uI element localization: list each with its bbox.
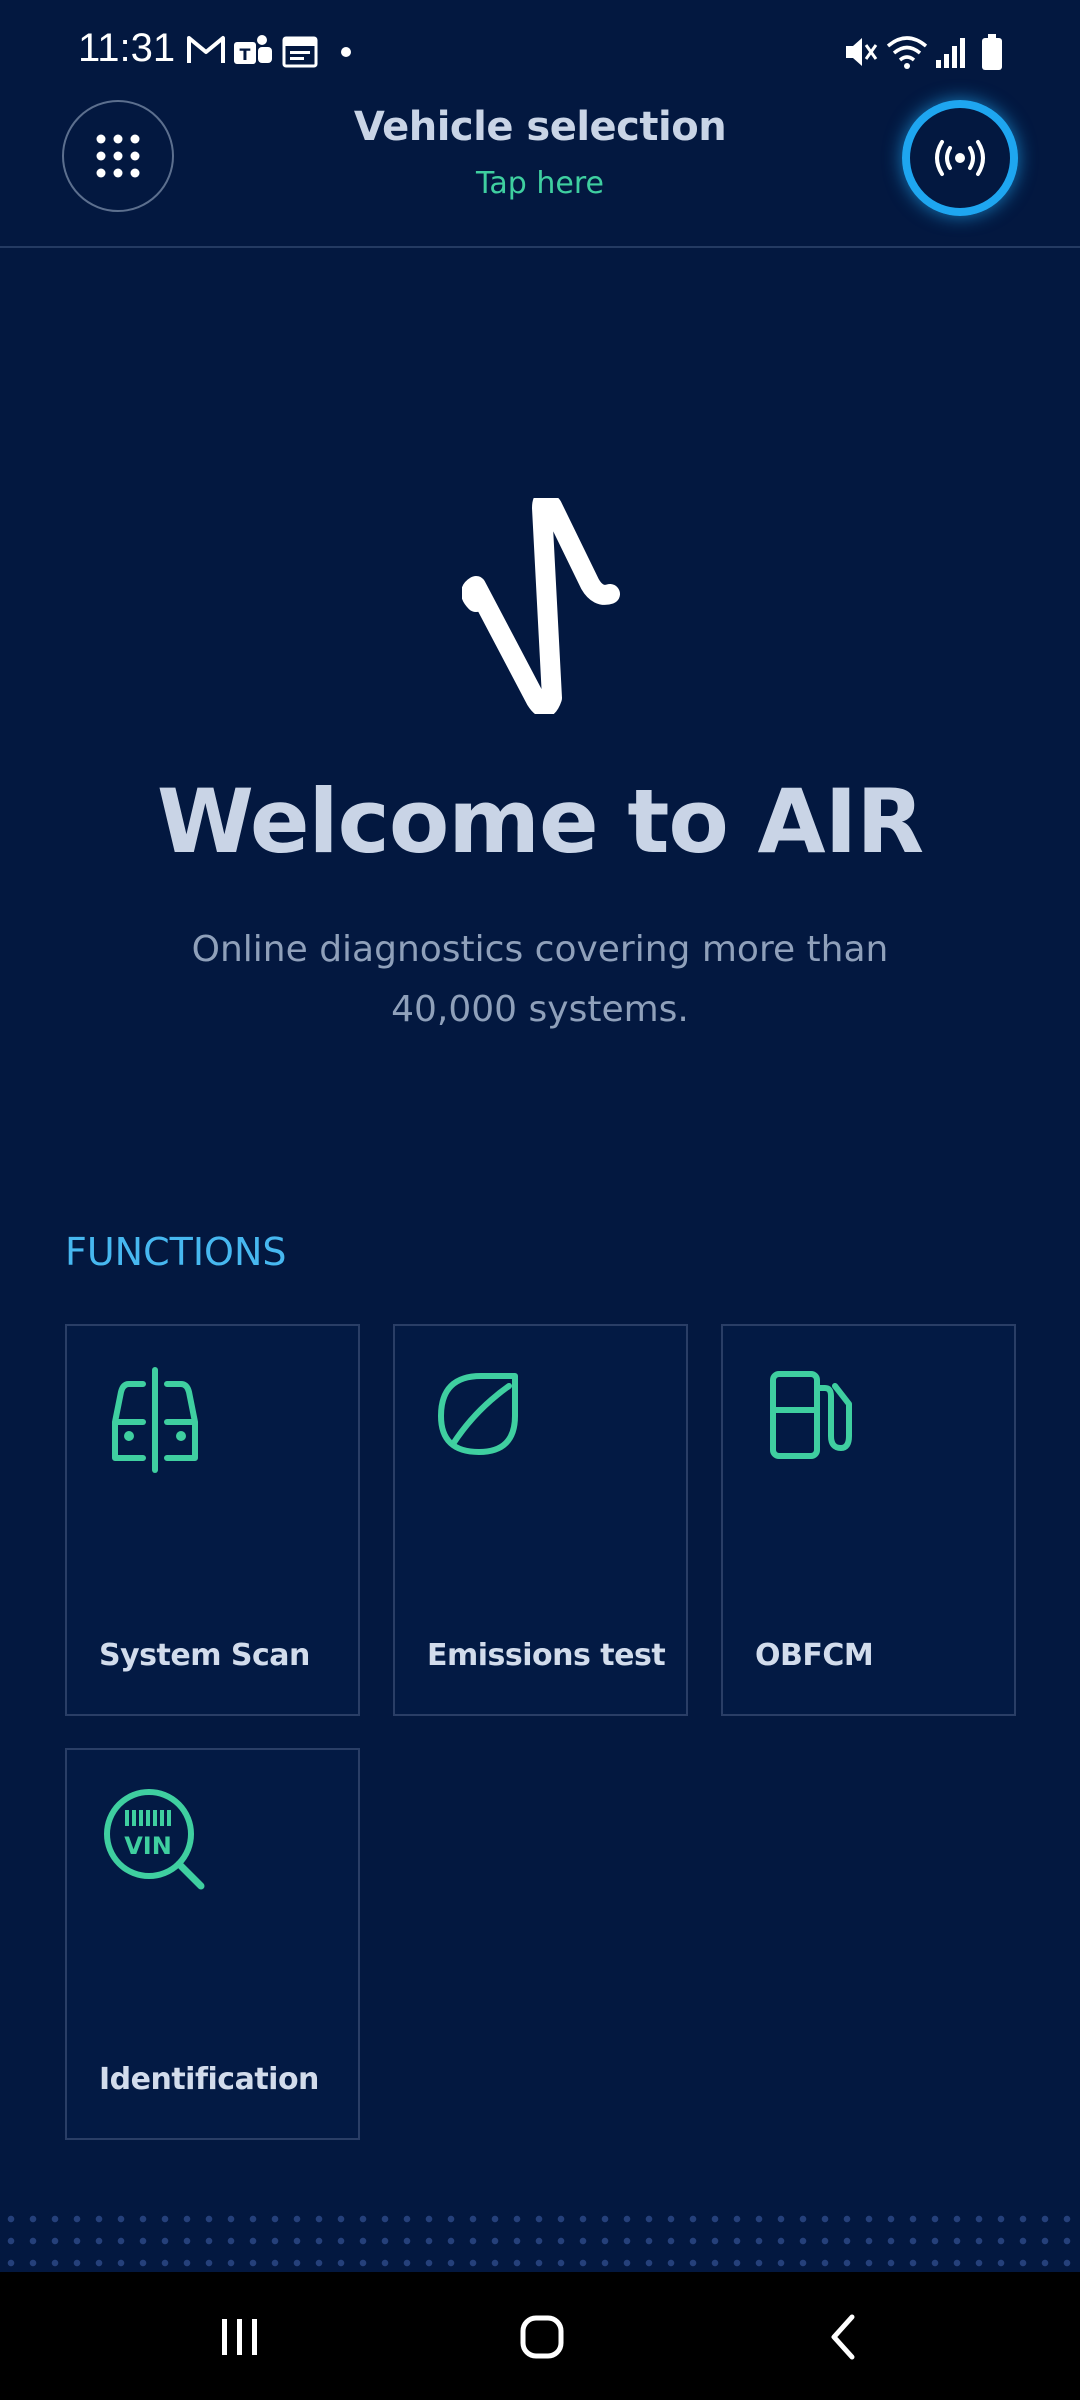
signal-icon xyxy=(936,38,965,68)
vin-search-icon: VIN xyxy=(104,1789,205,1890)
gmail-icon xyxy=(187,36,225,63)
svg-text:VIN: VIN xyxy=(124,1832,172,1860)
vehicle-selection-hint[interactable]: Tap here xyxy=(240,166,840,201)
back-icon xyxy=(831,2314,855,2360)
function-card-identification[interactable]: VIN Identification xyxy=(65,1748,360,2140)
notification-dot-icon xyxy=(341,47,351,57)
status-bar: 11:31 T xyxy=(0,0,1080,100)
mute-icon xyxy=(846,38,878,66)
recent-apps-button[interactable] xyxy=(180,2302,300,2372)
broadcast-icon xyxy=(935,140,985,176)
leaf-icon xyxy=(438,1373,518,1455)
functions-heading: FUNCTIONS xyxy=(65,1230,287,1274)
grid-dots-icon xyxy=(96,134,140,178)
function-card-obfcm[interactable]: OBFCM xyxy=(721,1324,1016,1716)
menu-button[interactable] xyxy=(62,100,174,212)
system-nav-bar xyxy=(0,2272,1080,2400)
home-button[interactable] xyxy=(482,2302,602,2372)
status-time: 11:31 xyxy=(78,26,176,70)
function-card-system-scan[interactable]: System Scan xyxy=(65,1324,360,1716)
air-logo-icon xyxy=(462,498,620,714)
home-icon xyxy=(520,2315,564,2359)
battery-icon xyxy=(982,34,1002,70)
fuel-pump-icon xyxy=(770,1371,852,1459)
decorative-dot-pattern xyxy=(0,2208,1080,2272)
app-header: Vehicle selection Tap here xyxy=(0,100,1080,248)
function-card-label: System Scan xyxy=(99,1638,310,1673)
welcome-title: Welcome to AIR xyxy=(156,770,924,873)
wifi-icon xyxy=(886,36,928,69)
svg-text:T: T xyxy=(240,45,251,64)
function-card-label: OBFCM xyxy=(755,1638,874,1673)
car-scan-icon xyxy=(112,1367,198,1473)
connect-button[interactable] xyxy=(902,100,1018,216)
vehicle-selection-title: Vehicle selection xyxy=(353,104,727,150)
teams-icon: T xyxy=(234,35,272,64)
function-card-label: Identification xyxy=(99,2062,319,2097)
back-button[interactable] xyxy=(784,2302,904,2372)
calendar-icon xyxy=(282,36,318,68)
function-card-label: Emissions test xyxy=(427,1638,666,1673)
welcome-subtitle: Online diagnostics covering more than 40… xyxy=(191,929,889,1030)
function-card-emissions-test[interactable]: Emissions test xyxy=(393,1324,688,1716)
recent-apps-icon xyxy=(222,2319,257,2355)
